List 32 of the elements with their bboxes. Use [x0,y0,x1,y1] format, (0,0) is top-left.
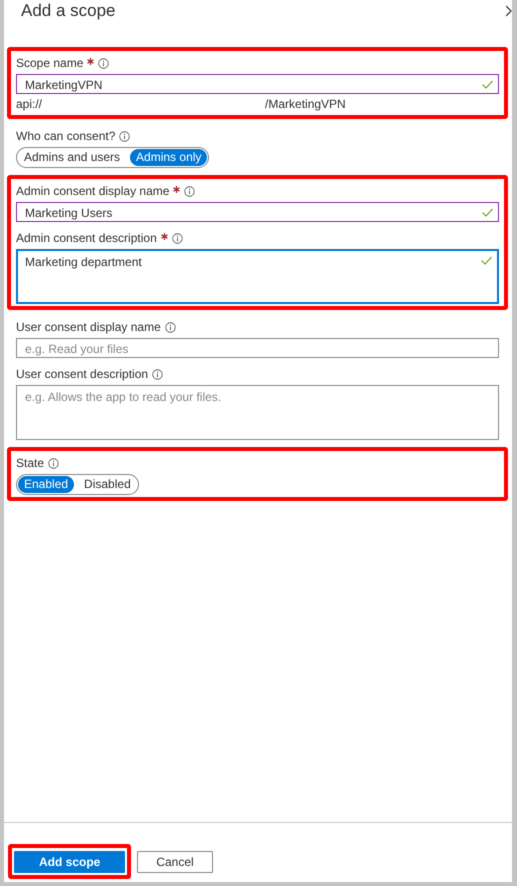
checkmark-icon [481,256,492,265]
field-label: Admin consent description [16,231,157,245]
uri-suffix: /MarketingVPN [265,97,346,111]
toggle-option[interactable]: Admins only [130,149,208,166]
field-label: State [16,456,44,470]
info-icon[interactable] [172,232,183,244]
toggle-option[interactable]: Admins and users [18,149,126,166]
info-icon[interactable] [184,186,196,196]
info-icon[interactable] [152,368,164,380]
text-area[interactable]: e.g. Allows the app to read your files. [16,385,499,440]
field-label: Admin consent display name [16,184,170,198]
field-label: User consent display name [16,320,161,334]
checkmark-icon [482,208,493,217]
cancel-button[interactable]: Cancel [137,851,213,873]
toggle-option[interactable]: Enabled [18,476,74,493]
uri-prefix: api:// [16,97,42,111]
input-field[interactable]: MarketingVPN [16,74,499,94]
checkmark-icon [482,80,493,89]
info-icon[interactable] [48,458,60,468]
info-icon[interactable] [98,58,110,68]
info-icon[interactable] [164,322,176,332]
input-field[interactable]: Marketing Users [16,202,499,222]
field-label: Who can consent? [16,129,116,143]
panel-title: Add a scope [21,1,116,21]
chevron-icon[interactable] [506,5,512,17]
field-label: Scope name [16,56,84,70]
field-label: User consent description [16,367,148,381]
toggle-option[interactable]: Disabled [78,476,137,493]
add-scope-button[interactable]: Add scope [14,851,126,873]
text-area[interactable]: Marketing department [16,249,499,304]
input-field[interactable]: e.g. Read your files [16,338,499,358]
info-icon[interactable] [119,130,130,142]
